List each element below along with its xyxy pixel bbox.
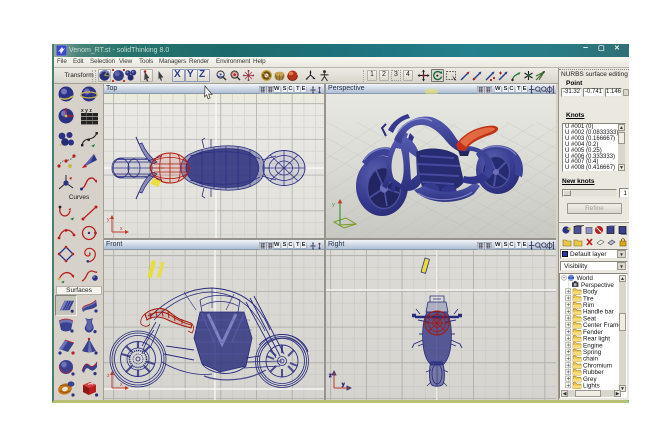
svg-text:Lights: Lights bbox=[583, 383, 600, 390]
svg-text:y: y bbox=[332, 202, 335, 208]
